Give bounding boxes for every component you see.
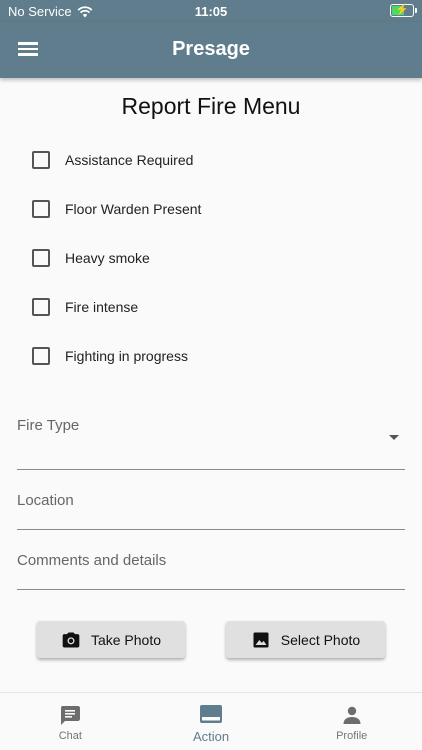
fire-type-label: Fire Type <box>17 417 80 434</box>
take-photo-button[interactable]: Take Photo <box>37 621 185 658</box>
comments-label: Comments and details <box>17 552 167 569</box>
page-title: Report Fire Menu <box>121 93 301 119</box>
checkbox-label: Floor Warden Present <box>65 201 202 217</box>
checkbox-fire-intense[interactable]: Fire intense <box>32 295 138 319</box>
dropdown-arrow-icon[interactable] <box>389 435 399 440</box>
location-field[interactable]: Location <box>17 488 405 530</box>
take-photo-label: Take Photo <box>90 631 162 648</box>
app-bar: Presage <box>0 22 422 78</box>
checkbox-box[interactable] <box>32 249 50 267</box>
bottom-navigation: Chat Action Profile <box>0 692 422 750</box>
checkbox-label: Heavy smoke <box>65 250 150 266</box>
nav-chat-label: Chat <box>58 730 82 742</box>
nav-item-chat[interactable]: Chat <box>0 693 141 750</box>
status-bar: No Service 11:05 ⚡ <box>0 0 422 22</box>
checkbox-floor-warden-present[interactable]: Floor Warden Present <box>32 197 201 221</box>
select-photo-label: Select Photo <box>280 631 361 648</box>
status-time: 11:05 <box>194 4 228 19</box>
image-icon <box>253 632 269 647</box>
checkbox-heavy-smoke[interactable]: Heavy smoke <box>32 246 150 270</box>
nav-item-action[interactable]: Action <box>141 693 282 750</box>
app-title: Presage <box>172 38 250 60</box>
camera-icon <box>62 632 80 647</box>
chat-icon <box>61 706 81 725</box>
fire-type-dropdown[interactable]: Fire Type <box>17 412 405 470</box>
checkbox-label: Fire intense <box>65 299 139 315</box>
battery-icon: ⚡ <box>390 4 417 17</box>
checkbox-box[interactable] <box>32 347 50 365</box>
checkbox-label: Assistance Required <box>65 152 194 168</box>
location-label: Location <box>17 492 74 509</box>
checkbox-label: Fighting in progress <box>65 348 188 364</box>
profile-icon <box>343 706 361 724</box>
nav-item-profile[interactable]: Profile <box>281 693 422 750</box>
checkbox-fighting-in-progress[interactable]: Fighting in progress <box>32 344 188 368</box>
nav-action-label: Action <box>192 729 230 744</box>
comments-field[interactable]: Comments and details <box>17 548 405 590</box>
action-icon <box>200 705 222 723</box>
nav-profile-label: Profile <box>336 730 368 742</box>
checkbox-assistance-required[interactable]: Assistance Required <box>32 148 193 172</box>
select-photo-button[interactable]: Select Photo <box>226 621 385 658</box>
checkbox-box[interactable] <box>32 298 50 316</box>
checkbox-box[interactable] <box>32 200 50 218</box>
checkbox-box[interactable] <box>32 151 50 169</box>
